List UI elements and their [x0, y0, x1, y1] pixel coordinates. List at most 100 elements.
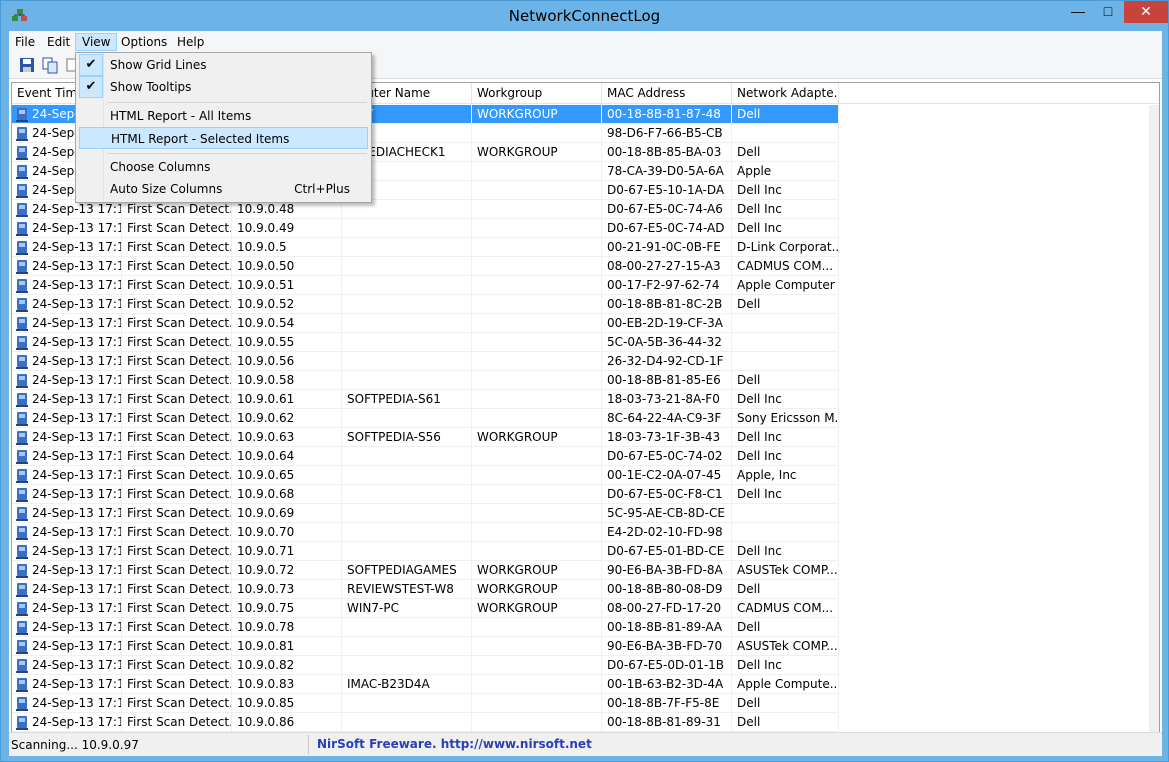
cell-workgroup [472, 466, 602, 485]
cell-computer-name: WIN7-PC [342, 599, 472, 618]
menu-options[interactable]: Options [115, 33, 173, 51]
table-row[interactable]: 24-Sep-13 17:1...First Scan Detect...10.… [12, 618, 1159, 637]
cell-network-adapter: D-Link Corporat... [732, 238, 839, 257]
cell-event-type: First Scan Detect... [122, 580, 232, 599]
cell-event-type: First Scan Detect... [122, 713, 232, 732]
table-row[interactable]: 24-Sep-13 17:1...First Scan Detect...10.… [12, 713, 1159, 732]
cell-workgroup [472, 637, 602, 656]
menu-item-choose-columns[interactable]: Choose Columns [79, 156, 368, 178]
cell-workgroup [472, 257, 602, 276]
device-icon [16, 469, 28, 483]
save-icon[interactable] [18, 56, 36, 74]
cell-event-type: First Scan Detect... [122, 637, 232, 656]
nirsoft-link[interactable]: NirSoft Freeware. http://www.nirsoft.net [317, 737, 592, 751]
device-icon [16, 659, 28, 673]
table-row[interactable]: 24-Sep-13 17:1...First Scan Detect...10.… [12, 523, 1159, 542]
table-row[interactable]: 24-Sep-13 17:1...First Scan Detect...10.… [12, 409, 1159, 428]
cell-mac-address: 90-E6-BA-3B-FD-8A [602, 561, 732, 580]
cell-network-adapter: Apple, Inc [732, 466, 839, 485]
maximize-button[interactable]: □ [1093, 1, 1123, 23]
cell-network-adapter: Dell Inc [732, 447, 839, 466]
table-row[interactable]: 24-Sep-13 17:1...First Scan Detect...10.… [12, 542, 1159, 561]
copy-icon[interactable] [41, 56, 59, 74]
table-row[interactable]: 24-Sep-13 17:1...First Scan Detect...10.… [12, 447, 1159, 466]
cell-mac-address: 18-03-73-1F-3B-43 [602, 428, 732, 447]
table-row[interactable]: 24-Sep-13 17:1...First Scan Detect...10.… [12, 333, 1159, 352]
cell-ip-address: 10.9.0.49 [232, 219, 342, 238]
cell-event-type: First Scan Detect... [122, 314, 232, 333]
table-row[interactable]: 24-Sep-13 17:1...First Scan Detect...10.… [12, 694, 1159, 713]
table-row[interactable]: 24-Sep-13 17:1...First Scan Detect...10.… [12, 390, 1159, 409]
cell-computer-name [342, 238, 472, 257]
table-row[interactable]: 24-Sep-13 17:1...First Scan Detect...10.… [12, 238, 1159, 257]
menu-item-label: HTML Report - Selected Items [111, 132, 290, 146]
table-row[interactable]: 24-Sep-13 17:1...First Scan Detect...10.… [12, 276, 1159, 295]
cell-mac-address: D0-67-E5-0D-01-1B [602, 656, 732, 675]
table-row[interactable]: 24-Sep-13 17:1...First Scan Detect...10.… [12, 599, 1159, 618]
cell-computer-name [342, 504, 472, 523]
cell-event-type: First Scan Detect... [122, 466, 232, 485]
menu-item-show-grid-lines[interactable]: ✔ Show Grid Lines [79, 54, 368, 76]
menu-view[interactable]: View [75, 33, 118, 51]
cell-mac-address: 26-32-D4-92-CD-1F [602, 352, 732, 371]
cell-workgroup [472, 181, 602, 200]
cell-ip-address: 10.9.0.52 [232, 295, 342, 314]
cell-computer-name: SOFTPEDIAGAMES [342, 561, 472, 580]
menu-edit[interactable]: Edit [41, 33, 76, 51]
cell-workgroup [472, 713, 602, 732]
menu-help[interactable]: Help [171, 33, 210, 51]
cell-workgroup [472, 200, 602, 219]
table-row[interactable]: 24-Sep-13 17:1...First Scan Detect...10.… [12, 466, 1159, 485]
table-row[interactable]: 24-Sep-13 17:1...First Scan Detect...10.… [12, 314, 1159, 333]
column-header-network-adapter[interactable]: Network Adapte... [732, 83, 839, 104]
menu-item-show-tooltips[interactable]: ✔ Show Tooltips [79, 76, 368, 98]
cell-workgroup [472, 390, 602, 409]
menu-file[interactable]: File [9, 33, 41, 51]
cell-network-adapter: Dell Inc [732, 200, 839, 219]
cell-computer-name [342, 409, 472, 428]
table-row[interactable]: 24-Sep-13 17:1...First Scan Detect...10.… [12, 637, 1159, 656]
menu-item-html-report-selected[interactable]: HTML Report - Selected Items [79, 127, 368, 149]
table-row[interactable]: 24-Sep-13 17:1...First Scan Detect...10.… [12, 371, 1159, 390]
vertical-scrollbar[interactable] [1149, 105, 1159, 732]
cell-computer-name [342, 371, 472, 390]
cell-computer-name [342, 637, 472, 656]
minimize-button[interactable]: — [1063, 1, 1093, 23]
cell-event-type: First Scan Detect... [122, 618, 232, 637]
cell-network-adapter: Dell Inc [732, 485, 839, 504]
cell-workgroup: WORKGROUP [472, 599, 602, 618]
title-bar[interactable]: NetworkConnectLog — □ ✕ [1, 1, 1168, 31]
table-row[interactable]: 24-Sep-13 17:1...First Scan Detect...10.… [12, 580, 1159, 599]
table-row[interactable]: 24-Sep-13 17:1...First Scan Detect...10.… [12, 656, 1159, 675]
table-row[interactable]: 24-Sep-13 17:1...First Scan Detect...10.… [12, 352, 1159, 371]
device-icon [16, 583, 28, 597]
table-row[interactable]: 24-Sep-13 17:1...First Scan Detect...10.… [12, 561, 1159, 580]
table-row[interactable]: 24-Sep-13 17:1...First Scan Detect...10.… [12, 295, 1159, 314]
cell-mac-address: 00-EB-2D-19-CF-3A [602, 314, 732, 333]
menu-item-auto-size-columns[interactable]: Auto Size Columns Ctrl+Plus [79, 178, 368, 200]
cell-mac-address: D0-67-E5-10-1A-DA [602, 181, 732, 200]
device-icon [16, 393, 28, 407]
cell-computer-name [342, 333, 472, 352]
table-row[interactable]: 24-Sep-13 17:1...First Scan Detect...10.… [12, 675, 1159, 694]
cell-network-adapter: Dell Inc [732, 390, 839, 409]
cell-network-adapter: Dell [732, 618, 839, 637]
column-header-mac-address[interactable]: MAC Address [602, 83, 732, 104]
table-row[interactable]: 24-Sep-13 17:1...First Scan Detect...10.… [12, 219, 1159, 238]
table-row[interactable]: 24-Sep-13 17:1...First Scan Detect...10.… [12, 257, 1159, 276]
table-row[interactable]: 24-Sep-13 17:1...First Scan Detect...10.… [12, 485, 1159, 504]
table-row[interactable]: 24-Sep-13 17:1...First Scan Detect...10.… [12, 504, 1159, 523]
menu-item-html-report-all[interactable]: HTML Report - All Items [79, 105, 368, 127]
cell-workgroup: WORKGROUP [472, 561, 602, 580]
cell-mac-address: D0-67-E5-0C-F8-C1 [602, 485, 732, 504]
cell-network-adapter [732, 124, 839, 143]
cell-event-type: First Scan Detect... [122, 675, 232, 694]
cell-ip-address: 10.9.0.63 [232, 428, 342, 447]
cell-event-type: First Scan Detect... [122, 219, 232, 238]
column-header-workgroup[interactable]: Workgroup [472, 83, 602, 104]
close-button[interactable]: ✕ [1124, 1, 1168, 23]
status-scanning-text: Scanning... 10.9.0.97 [11, 738, 139, 752]
cell-mac-address: D0-67-E5-0C-74-AD [602, 219, 732, 238]
table-row[interactable]: 24-Sep-13 17:1...First Scan Detect...10.… [12, 428, 1159, 447]
cell-mac-address: 00-18-8B-80-08-D9 [602, 580, 732, 599]
